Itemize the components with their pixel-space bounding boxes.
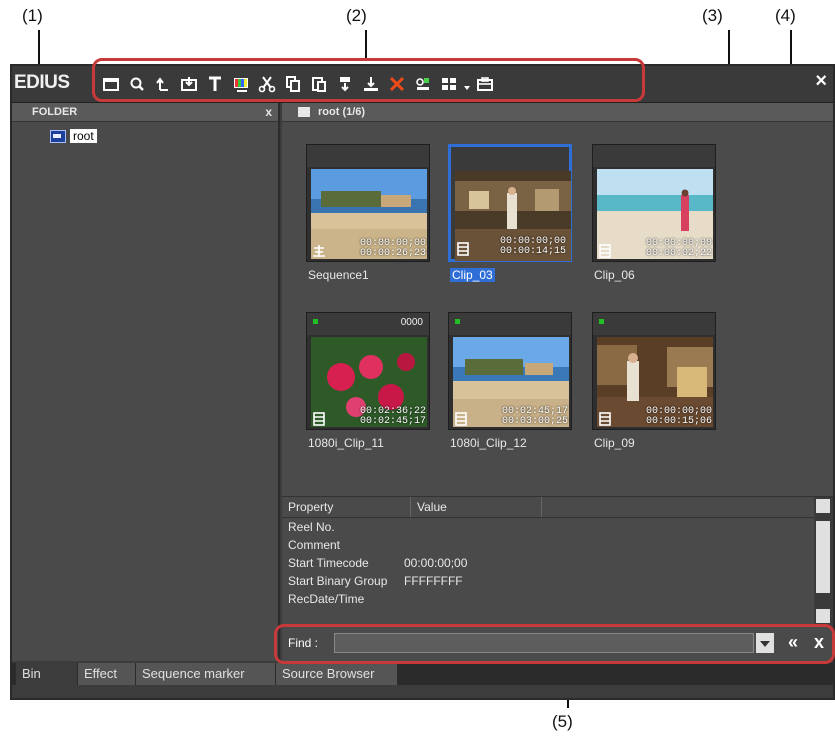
clip-info-bar [307, 145, 429, 167]
clip-thumbnail-frame[interactable]: 00:00:00;00 00:00:15;06 [592, 312, 716, 430]
clip-timecode-duration: 00:02:45;17 [359, 416, 426, 427]
folder-view: FOLDER x root [12, 103, 280, 661]
clip-timecode-duration: 00:00:14;15 [499, 246, 566, 257]
marker-indicator [599, 319, 604, 324]
clip-info-bar [593, 313, 715, 335]
property-row[interactable]: Reel No. [282, 518, 814, 536]
clip-icon [457, 242, 469, 256]
tab-source-browser[interactable]: Source Browser [276, 663, 398, 685]
clip-info-bar: 0000 [307, 313, 429, 335]
scroll-up-button[interactable] [816, 499, 830, 513]
marker-indicator [455, 319, 460, 324]
property-row[interactable]: Start Binary Group FFFFFFFF [282, 572, 814, 590]
column-property[interactable]: Property [282, 497, 411, 517]
clip-info-bar [593, 145, 715, 167]
clip-icon [599, 412, 611, 426]
clip-name[interactable]: Sequence1 [308, 268, 369, 282]
tab-bin[interactable]: Bin [16, 663, 78, 685]
property-row[interactable]: Comment [282, 536, 814, 554]
edius-bin-window: EDIUS × FOLDER x root root (1/6) 00:00:0… [10, 64, 835, 700]
callout-5: (5) [552, 712, 573, 731]
property-row[interactable]: RecDate/Time [282, 590, 814, 608]
bin-header: root (1/6) [282, 103, 833, 122]
findbar-highlight [274, 624, 835, 664]
clip-counter: 0000 [400, 317, 423, 328]
clip-info-bar [451, 147, 569, 169]
marker-indicator [313, 319, 318, 324]
folder-icon [298, 107, 310, 117]
clip-thumbnail-frame[interactable]: 00:00:00;00 00:00:02;22 [592, 144, 716, 262]
callout-3: (3) [702, 6, 723, 25]
clip-item[interactable]: 00:02:45;17 00:03:00;25 1080i_Clip_12 [448, 312, 572, 450]
properties-scrollbar[interactable] [815, 497, 831, 625]
property-value: FFFFFFFF [404, 574, 463, 588]
scroll-down-button[interactable] [816, 609, 830, 623]
leader-line-2 [365, 30, 367, 58]
clip-item[interactable]: 00:00:00;00 00:00:14;15 Clip_03 [448, 144, 572, 282]
clip-name[interactable]: 1080i_Clip_12 [450, 436, 527, 450]
sequence-icon [313, 245, 325, 257]
clip-item[interactable]: 0000 00:02:36;22 00:02:45;17 1080i_Clip_1… [306, 312, 430, 450]
clip-item[interactable]: 00:00:00;00 00:00:26;23 Sequence1 [306, 144, 430, 282]
clip-name[interactable]: Clip_06 [594, 268, 635, 282]
property-name: RecDate/Time [288, 592, 365, 606]
bin-path-label: root (1/6) [318, 106, 366, 118]
scroll-thumb[interactable] [816, 521, 830, 593]
clip-name[interactable]: 1080i_Clip_11 [308, 436, 384, 450]
clip-icon [599, 244, 611, 258]
callout-2: (2) [346, 6, 367, 25]
clip-thumbnail-frame[interactable]: 00:02:45;17 00:03:00;25 [448, 312, 572, 430]
clip-icon [313, 412, 325, 426]
folder-icon [50, 129, 66, 143]
property-name: Start Binary Group [288, 574, 388, 588]
clip-view: 00:00:00;00 00:00:26;23 Sequence1 00:00:0… [282, 122, 833, 498]
tab-sequence-marker[interactable]: Sequence marker [136, 663, 276, 685]
folder-header-label: FOLDER [32, 106, 78, 118]
properties-header: Property Value [282, 497, 814, 518]
clip-item[interactable]: 00:00:00;00 00:00:02;22 Clip_06 [592, 144, 716, 282]
clip-name[interactable]: Clip_09 [594, 436, 635, 450]
clip-timecode-duration: 00:00:15;06 [645, 416, 712, 427]
property-name: Start Timecode [288, 556, 369, 570]
clip-item[interactable]: 00:00:00;00 00:00:15;06 Clip_09 [592, 312, 716, 450]
folder-header: FOLDER x [12, 103, 278, 122]
app-logo: EDIUS [14, 72, 70, 93]
property-name: Reel No. [288, 520, 335, 534]
toolbar-highlight [92, 58, 645, 102]
clip-thumbnail-frame[interactable]: 00:00:00;00 00:00:14;15 [448, 144, 572, 262]
root-folder-label[interactable]: root [70, 129, 97, 143]
column-value[interactable]: Value [411, 497, 542, 517]
tab-effect[interactable]: Effect [78, 663, 136, 685]
property-name: Comment [288, 538, 341, 552]
clip-icon [455, 412, 467, 426]
properties-panel: Property Value Reel No. Comment Start Ti… [282, 497, 814, 625]
clip-thumbnail-frame[interactable]: 0000 00:02:36;22 00:02:45;17 [306, 312, 430, 430]
callout-4: (4) [775, 6, 796, 25]
window-close-button[interactable]: × [815, 70, 827, 93]
clip-name[interactable]: Clip_03 [450, 268, 495, 282]
clip-thumbnail-frame[interactable]: 00:00:00;00 00:00:26;23 [306, 144, 430, 262]
clip-timecode-duration: 00:00:26;23 [359, 248, 426, 259]
callout-1: (1) [22, 6, 43, 25]
property-row[interactable]: Start Timecode 00:00:00;00 [282, 554, 814, 572]
folder-tree-root[interactable]: root [50, 129, 97, 143]
panel-tabs: Bin Effect Sequence marker Source Browse… [12, 663, 833, 685]
clip-timecode-duration: 00:00:02;22 [645, 248, 712, 259]
clip-info-bar [449, 313, 571, 335]
folder-close-button[interactable]: x [265, 103, 272, 121]
clip-timecode-duration: 00:03:00;25 [501, 416, 568, 427]
property-value: 00:00:00;00 [404, 556, 468, 570]
